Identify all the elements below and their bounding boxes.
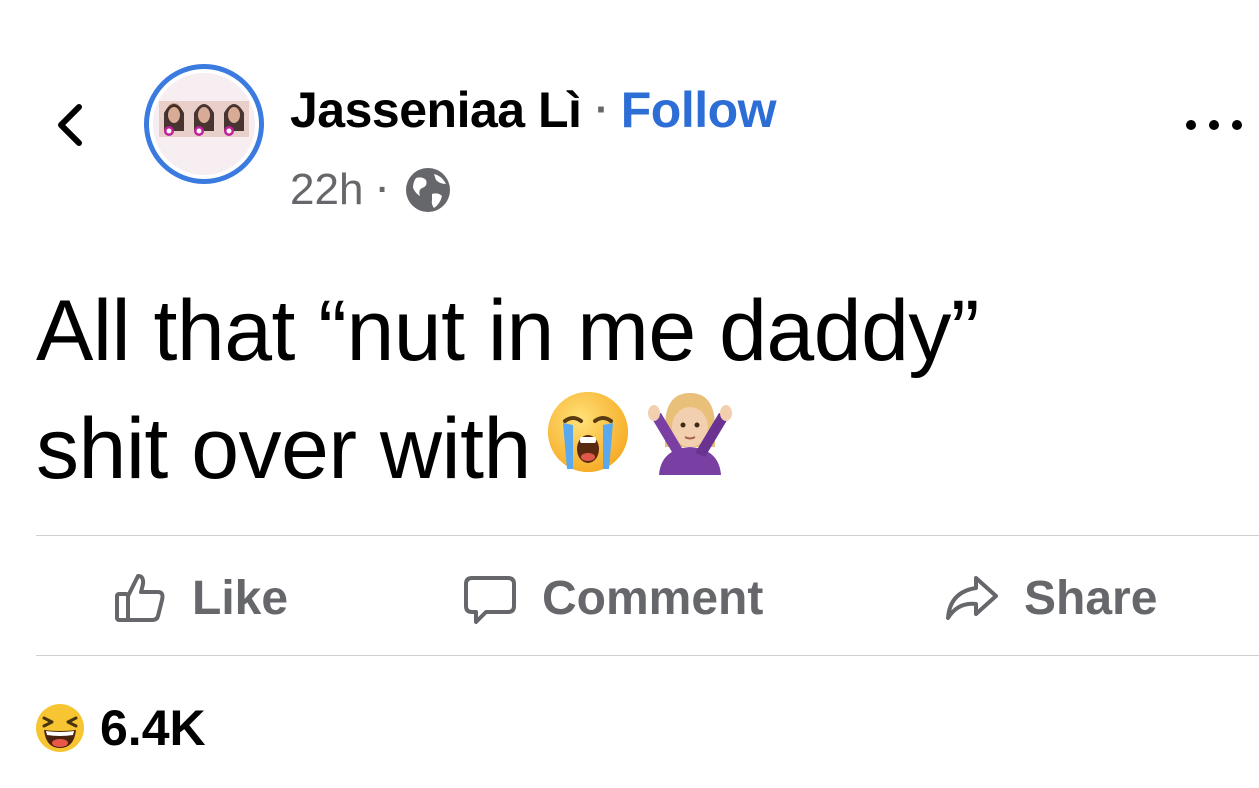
post-meta: 22h · <box>290 162 453 218</box>
name-separator: · <box>595 87 609 132</box>
woman-gesturing-no-emoji-icon <box>645 387 735 507</box>
back-button[interactable] <box>44 95 96 155</box>
more-horizontal-icon <box>1186 120 1196 130</box>
loudly-crying-face-emoji-icon <box>543 387 633 507</box>
share-arrow-icon <box>946 576 998 620</box>
post-body: All that “nut in me daddy” shit over wit… <box>36 272 1226 515</box>
comment-bubble-icon <box>464 576 516 624</box>
facebook-post-view: Jasseniaa Lì · Follow 22h · All that “nu… <box>0 0 1259 788</box>
meta-separator: · <box>377 170 389 209</box>
post-text-line-1: All that “nut in me daddy” <box>36 283 980 379</box>
post-text-line-2: shit over with <box>36 390 1226 515</box>
post-header: Jasseniaa Lì · Follow <box>290 78 777 142</box>
author-name[interactable]: Jasseniaa Lì <box>290 81 582 139</box>
author-avatar[interactable] <box>144 64 264 184</box>
share-label: Share <box>1024 571 1158 625</box>
reaction-count: 6.4K <box>100 700 206 756</box>
like-button[interactable]: Like <box>112 560 288 636</box>
avatar-image <box>153 73 255 175</box>
laughing-face-emoji-icon <box>36 704 84 752</box>
like-label: Like <box>192 571 289 625</box>
comment-label: Comment <box>542 571 764 625</box>
divider-top <box>36 535 1259 536</box>
post-text-line-2-text: shit over with <box>36 401 531 497</box>
globe-icon <box>403 165 453 215</box>
comment-button[interactable]: Comment <box>462 560 763 636</box>
reactions-summary[interactable]: 6.4K <box>34 698 206 758</box>
share-button[interactable]: Share <box>944 560 1157 636</box>
follow-button[interactable]: Follow <box>621 81 777 139</box>
chevron-left-icon <box>58 104 82 146</box>
post-timestamp[interactable]: 22h <box>290 165 363 215</box>
more-options-button[interactable] <box>1186 110 1242 140</box>
divider-bottom <box>36 655 1259 656</box>
thumbs-up-icon <box>115 574 165 622</box>
